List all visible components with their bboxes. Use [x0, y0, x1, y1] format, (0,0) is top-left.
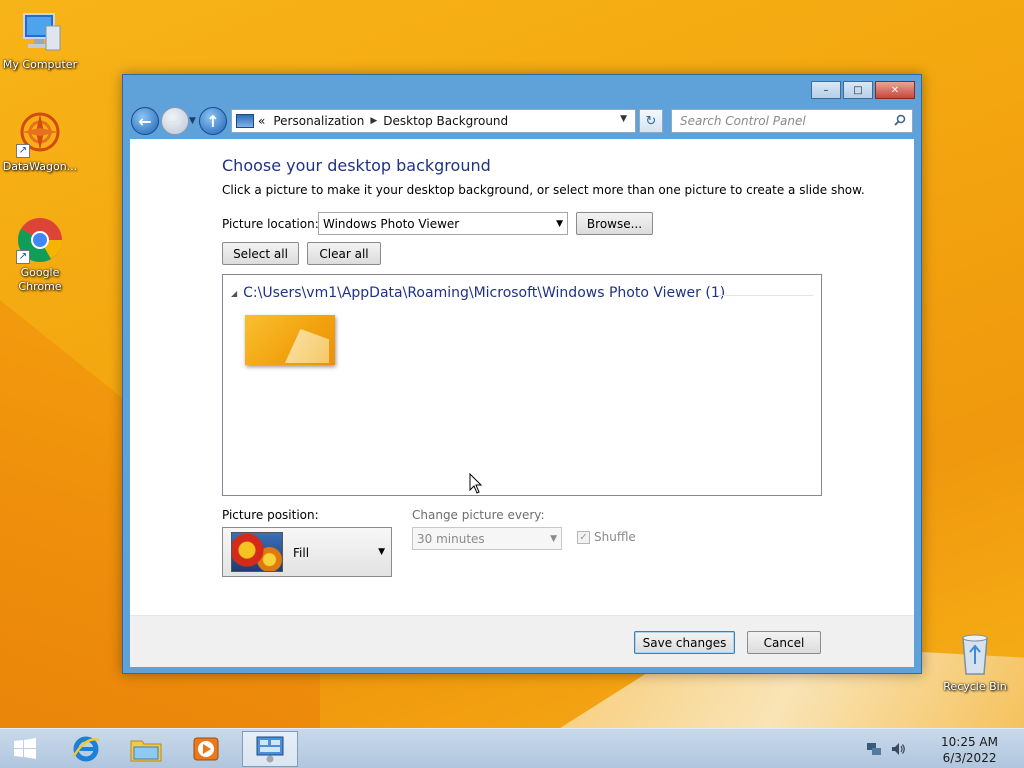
shuffle-label: Shuffle [594, 530, 636, 544]
control-panel-icon [256, 736, 284, 763]
media-player-icon [193, 737, 219, 761]
search-icon[interactable] [894, 114, 906, 126]
datawagon-icon: ↗ [16, 110, 64, 158]
network-icon[interactable] [866, 741, 882, 757]
desktop-icon-label: My Computer [2, 58, 78, 71]
picture-group-path: C:\Users\vm1\AppData\Roaming\Microsoft\W… [243, 285, 726, 301]
mouse-cursor-icon [469, 473, 483, 494]
control-panel-icon [236, 114, 254, 128]
navigation-bar: ← → ▼ ↑ « Personalization ▶ Desktop Back… [131, 107, 915, 137]
picture-group-header[interactable]: ◢ C:\Users\vm1\AppData\Roaming\Microsoft… [231, 285, 725, 301]
breadcrumb-personalization[interactable]: Personalization [273, 114, 364, 128]
minimize-button[interactable]: – [811, 81, 841, 99]
picture-location-select[interactable]: Windows Photo Viewer ▼ [318, 212, 568, 235]
search-box[interactable] [671, 109, 913, 133]
select-all-button[interactable]: Select all [222, 242, 299, 265]
refresh-button[interactable]: ↻ [639, 109, 663, 133]
folder-icon [130, 740, 162, 762]
save-changes-button[interactable]: Save changes [634, 631, 735, 654]
taskbar-control-panel[interactable] [242, 731, 298, 767]
system-clock[interactable]: 10:25 AM 6/3/2022 [941, 734, 998, 766]
maximize-button[interactable]: □ [843, 81, 873, 99]
desktop-icon-recycle-bin[interactable]: Recycle Bin [935, 630, 1015, 694]
position-preview-image [231, 532, 283, 572]
recycle-bin-icon [951, 630, 999, 678]
desktop-icon-label: Google Chrome [18, 266, 62, 293]
desktop-icon-google-chrome[interactable]: ↗ Google Chrome [0, 216, 80, 294]
change-interval-value: 30 minutes [417, 531, 485, 546]
shortcut-arrow-icon: ↗ [16, 250, 30, 264]
clock-date: 6/3/2022 [942, 751, 997, 765]
shortcut-arrow-icon: ↗ [16, 144, 30, 158]
picture-location-label: Picture location: [222, 217, 319, 231]
taskbar-internet-explorer[interactable] [58, 731, 114, 767]
address-dropdown-icon[interactable]: ▼ [620, 114, 627, 124]
picture-position-select[interactable]: Fill ▼ [222, 527, 392, 577]
volume-icon[interactable] [890, 741, 906, 757]
forward-button[interactable]: → [161, 107, 189, 135]
collapse-triangle-icon[interactable]: ◢ [231, 289, 237, 298]
picture-location-value: Windows Photo Viewer [323, 216, 460, 231]
search-input[interactable] [680, 114, 880, 128]
picture-thumbnail[interactable] [245, 315, 335, 365]
chevron-down-icon: ▼ [550, 534, 557, 544]
taskbar-file-explorer[interactable] [118, 731, 174, 767]
chevron-down-icon: ▼ [556, 219, 563, 229]
picture-position-value: Fill [293, 546, 310, 560]
browse-button[interactable]: Browse... [576, 212, 653, 235]
cancel-button[interactable]: Cancel [747, 631, 821, 654]
picture-position-label: Picture position: [222, 508, 319, 522]
shuffle-checkbox[interactable]: ✓ [577, 530, 590, 544]
address-bar[interactable]: « Personalization ▶ Desktop Background ▼ [231, 109, 636, 133]
back-button[interactable]: ← [131, 107, 159, 135]
chrome-icon: ↗ [16, 216, 64, 264]
start-button[interactable] [0, 731, 50, 767]
close-button[interactable]: ✕ [875, 81, 915, 99]
internet-explorer-icon [72, 736, 100, 762]
clock-time: 10:25 AM [941, 735, 998, 749]
picture-list[interactable]: ◢ C:\Users\vm1\AppData\Roaming\Microsoft… [222, 274, 822, 496]
desktop-icon-my-computer[interactable]: My Computer [0, 8, 80, 72]
change-interval-select[interactable]: 30 minutes ▼ [412, 527, 562, 550]
desktop-icon-label: DataWagon... [2, 160, 78, 173]
clear-all-button[interactable]: Clear all [307, 242, 381, 265]
desktop-icon-label: Recycle Bin [943, 680, 1007, 693]
shuffle-option[interactable]: ✓ Shuffle [577, 530, 636, 544]
change-picture-label: Change picture every: [412, 508, 545, 522]
title-bar[interactable]: – □ ✕ [123, 75, 921, 105]
up-button[interactable]: ↑ [199, 107, 227, 135]
group-divider [717, 295, 813, 296]
breadcrumb-desktop-background[interactable]: Desktop Background [383, 114, 508, 128]
chevron-down-icon: ▼ [378, 547, 385, 557]
windows-logo-icon [14, 738, 36, 759]
control-panel-window: – □ ✕ ← → ▼ ↑ « Personalization ▶ Deskto… [122, 74, 922, 674]
content-pane: Choose your desktop background Click a p… [130, 139, 914, 667]
breadcrumb-separator-icon[interactable]: ▶ [370, 116, 377, 126]
footer-bar: Save changes Cancel [130, 616, 914, 667]
taskbar: 10:25 AM 6/3/2022 [0, 728, 1024, 768]
desktop-icon-datawagon[interactable]: ↗ DataWagon... [0, 110, 80, 174]
breadcrumb-overflow[interactable]: « [258, 114, 265, 128]
taskbar-media-player[interactable] [178, 731, 234, 767]
page-title: Choose your desktop background [222, 156, 491, 175]
computer-icon [16, 8, 64, 56]
page-description: Click a picture to make it your desktop … [222, 183, 865, 197]
recent-pages-dropdown-icon[interactable]: ▼ [189, 116, 196, 126]
